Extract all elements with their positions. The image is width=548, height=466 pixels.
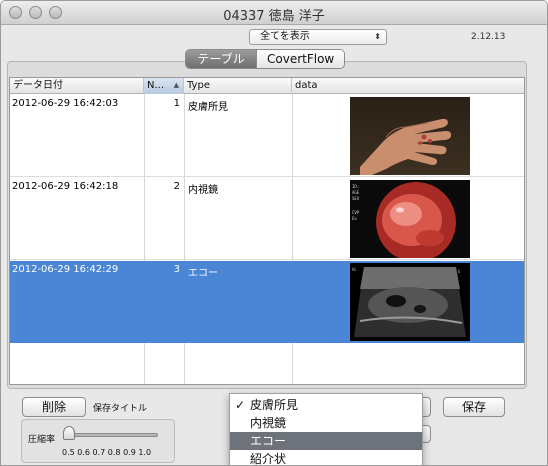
svg-text:AGE: AGE [352, 190, 360, 195]
menu-item-echo[interactable]: エコー [230, 432, 422, 450]
svg-text:HL: HL [352, 267, 357, 272]
menu-item-label: 内視鏡 [250, 416, 287, 430]
endoscopy-photo: ID:AGESEX CVPEx [350, 180, 470, 258]
svg-text:CVP: CVP [352, 210, 360, 215]
column-header-date[interactable]: データ日付 [10, 78, 144, 94]
save-title-label: 保存タイトル [93, 404, 148, 414]
menu-item-endoscope[interactable]: 内視鏡 [230, 414, 422, 432]
menu-item-referral[interactable]: 紹介状 [230, 450, 422, 466]
ultrasound-scan: HL 6 [350, 263, 470, 341]
row-date: 2012-06-29 16:42:18 [12, 181, 119, 192]
svg-text:SEX: SEX [352, 196, 360, 201]
compression-box: 圧縮率 0.5 0.6 0.7 0.8 0.9 1.0 [21, 419, 175, 463]
menu-item-label: 紹介状 [250, 452, 287, 466]
version-label: 2.12.13 [471, 32, 506, 42]
checkmark-icon: ✓ [235, 398, 246, 412]
svg-text:Ex: Ex [352, 216, 357, 221]
hand-skin-photo [350, 97, 470, 175]
row-date: 2012-06-29 16:42:03 [12, 98, 119, 109]
tab-table[interactable]: テーブル [186, 50, 256, 68]
view-tabs: テーブル CovertFlow [185, 49, 345, 69]
svg-text:ID:: ID: [352, 184, 359, 189]
table-row[interactable]: 2012-06-29 16:42:03 1 皮膚所見 [10, 95, 524, 177]
column-header-number[interactable]: N... ▲ [144, 78, 184, 94]
column-header-data[interactable]: data [292, 78, 524, 94]
row-date: 2012-06-29 16:42:29 [12, 264, 119, 275]
menu-item-skin[interactable]: ✓ 皮膚所見 [230, 396, 422, 414]
menu-item-label: エコー [250, 434, 287, 448]
compression-label: 圧縮率 [28, 435, 56, 445]
compression-scale: 0.5 0.6 0.7 0.8 0.9 1.0 [62, 448, 152, 457]
row-type: エコー [188, 268, 218, 279]
column-header-number-label: N... [147, 80, 165, 91]
window-title: 04337 徳島 洋子 [223, 9, 325, 24]
row-number: 1 [173, 98, 180, 109]
filter-select-value: 全てを表示 [260, 31, 310, 42]
compression-slider-track[interactable] [64, 433, 158, 437]
sort-ascending-icon: ▲ [173, 81, 179, 89]
app-window: 04337 徳島 洋子 全てを表示 ⬍ 2.12.13 テーブル CovertF… [0, 0, 548, 466]
column-header-type[interactable]: Type [184, 78, 292, 94]
select-arrows-icon: ⬍ [374, 32, 381, 41]
save-button[interactable]: 保存 [443, 397, 505, 417]
table-header: データ日付 N... ▲ Type data [10, 78, 524, 94]
filter-select[interactable]: 全てを表示 ⬍ [249, 29, 387, 45]
menu-item-label: 皮膚所見 [250, 398, 299, 412]
row-type: 皮膚所見 [188, 102, 228, 113]
table-row[interactable]: 2012-06-29 16:42:29 3 エコー HL 6 [10, 261, 524, 343]
row-number: 2 [173, 181, 180, 192]
row-type: 内視鏡 [188, 185, 218, 196]
delete-button[interactable]: 削除 [22, 397, 86, 417]
compression-slider-thumb[interactable] [63, 426, 75, 440]
title-bar: 04337 徳島 洋子 [1, 1, 547, 25]
type-popup-menu: ✓ 皮膚所見 内視鏡 エコー 紹介状 [229, 393, 423, 466]
data-table: データ日付 N... ▲ Type data 2012-06-29 16:42:… [9, 77, 525, 385]
row-number: 3 [173, 264, 180, 275]
table-row[interactable]: 2012-06-29 16:42:18 2 内視鏡 ID: AGE SEX CVP Ex [10, 178, 524, 260]
tab-coverflow[interactable]: CovertFlow [256, 50, 344, 68]
